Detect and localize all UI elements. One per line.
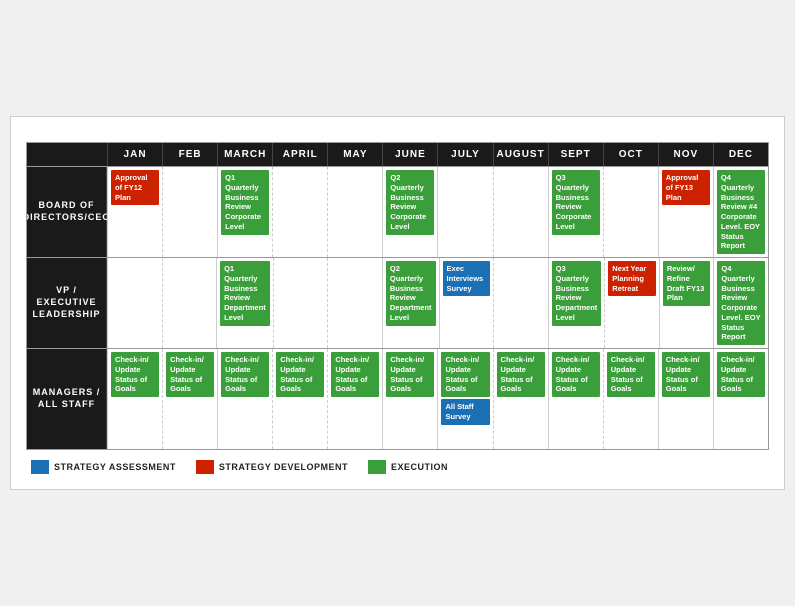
event-block: Check-in/ Update Status of Goals — [331, 352, 379, 397]
cell-r0-c11: Q4 Quarterly Business Review #4 Corporat… — [713, 167, 768, 257]
cell-r0-c8: Q3 Quarterly Business Review Corporate L… — [548, 167, 603, 257]
cell-r1-c5: Q2 Quarterly Business Review Department … — [382, 258, 439, 348]
event-block: Exec Interviews Survey — [443, 261, 491, 296]
cell-r2-c2: Check-in/ Update Status of Goals — [217, 349, 272, 449]
month-header-june: JUNE — [382, 143, 437, 166]
event-block: Q3 Quarterly Business Review Corporate L… — [552, 170, 600, 235]
cell-r2-c4: Check-in/ Update Status of Goals — [327, 349, 382, 449]
cell-r0-c1 — [162, 167, 217, 257]
row-label-1: VP / EXECUTIVE LEADERSHIP — [27, 258, 107, 348]
event-block: Q3 Quarterly Business Review Department … — [552, 261, 602, 326]
cell-r1-c7 — [493, 258, 548, 348]
event-block: Check-in/ Update Status of Goals — [552, 352, 600, 397]
event-block: Review/ Refine Draft FY13 Plan — [663, 261, 711, 306]
event-block: Check-in/ Update Status of Goals — [497, 352, 545, 397]
calendar: JANFEBMARCHAPRILMAYJUNEJULYAUGUSTSEPTOCT… — [26, 142, 769, 450]
row-label-2: MANAGERS / ALL STAFF — [27, 349, 107, 449]
legend: STRATEGY ASSESSMENT STRATEGY DEVELOPMENT E… — [26, 460, 769, 474]
event-block: Q1 Quarterly Business Review Corporate L… — [221, 170, 269, 235]
cell-r2-c11: Check-in/ Update Status of Goals — [713, 349, 768, 449]
month-header-may: MAY — [327, 143, 382, 166]
legend-color-box — [31, 460, 49, 474]
event-block: All Staff Survey — [441, 399, 489, 425]
cell-r1-c11: Q4 Quarterly Business Review Corporate L… — [713, 258, 768, 348]
legend-label: EXECUTION — [391, 462, 448, 472]
cell-r1-c6: Exec Interviews Survey — [439, 258, 494, 348]
legend-label: STRATEGY ASSESSMENT — [54, 462, 176, 472]
cell-r0-c6 — [437, 167, 492, 257]
cell-r0-c5: Q2 Quarterly Business Review Corporate L… — [382, 167, 437, 257]
event-block: Check-in/ Update Status of Goals — [441, 352, 489, 397]
cell-r2-c0: Check-in/ Update Status of Goals — [107, 349, 162, 449]
event-block: Check-in/ Update Status of Goals — [221, 352, 269, 397]
month-header-april: APRIL — [272, 143, 327, 166]
cell-r0-c0: Approval of FY12 Plan — [107, 167, 162, 257]
calendar-row-1: VP / EXECUTIVE LEADERSHIP Q1 Quarterly Bu… — [27, 257, 768, 348]
cell-r2-c8: Check-in/ Update Status of Goals — [548, 349, 603, 449]
event-block: Check-in/ Update Status of Goals — [166, 352, 214, 397]
cell-r1-c9: Next Year Planning Retreat — [604, 258, 659, 348]
legend-item: EXECUTION — [368, 460, 448, 474]
cell-r1-c8: Q3 Quarterly Business Review Department … — [548, 258, 605, 348]
month-header-nov: NOV — [658, 143, 713, 166]
event-block: Check-in/ Update Status of Goals — [662, 352, 710, 397]
cell-r2-c7: Check-in/ Update Status of Goals — [493, 349, 548, 449]
event-block: Check-in/ Update Status of Goals — [276, 352, 324, 397]
cell-r2-c10: Check-in/ Update Status of Goals — [658, 349, 713, 449]
cell-r1-c2: Q1 Quarterly Business Review Department … — [216, 258, 273, 348]
cell-r0-c3 — [272, 167, 327, 257]
cell-r2-c5: Check-in/ Update Status of Goals — [382, 349, 437, 449]
legend-label: STRATEGY DEVELOPMENT — [219, 462, 348, 472]
event-block: Q2 Quarterly Business Review Department … — [386, 261, 436, 326]
event-block: Check-in/ Update Status of Goals — [386, 352, 434, 397]
legend-color-box — [368, 460, 386, 474]
month-header-oct: OCT — [603, 143, 658, 166]
event-block: Check-in/ Update Status of Goals — [111, 352, 159, 397]
cell-r1-c4 — [327, 258, 382, 348]
legend-item: STRATEGY ASSESSMENT — [31, 460, 176, 474]
month-header-july: JULY — [437, 143, 492, 166]
cell-r1-c0 — [107, 258, 162, 348]
legend-item: STRATEGY DEVELOPMENT — [196, 460, 348, 474]
cell-r2-c6: Check-in/ Update Status of GoalsAll Staf… — [437, 349, 492, 449]
month-header-sept: SEPT — [548, 143, 603, 166]
event-block: Q1 Quarterly Business Review Department … — [220, 261, 270, 326]
main-container: JANFEBMARCHAPRILMAYJUNEJULYAUGUSTSEPTOCT… — [10, 116, 785, 490]
calendar-row-2: MANAGERS / ALL STAFFCheck-in/ Update Sta… — [27, 348, 768, 449]
cell-r1-c3 — [273, 258, 328, 348]
cell-r1-c10: Review/ Refine Draft FY13 Plan — [659, 258, 714, 348]
cell-r2-c9: Check-in/ Update Status of Goals — [603, 349, 658, 449]
cell-r1-c1 — [162, 258, 217, 348]
header-row: JANFEBMARCHAPRILMAYJUNEJULYAUGUSTSEPTOCT… — [27, 143, 768, 166]
calendar-row-0: BOARD OF DIRECTORS/CEOApproval of FY12 P… — [27, 166, 768, 257]
cell-r2-c1: Check-in/ Update Status of Goals — [162, 349, 217, 449]
legend-color-box — [196, 460, 214, 474]
event-block: Check-in/ Update Status of Goals — [607, 352, 655, 397]
event-block: Q4 Quarterly Business Review Corporate L… — [717, 261, 765, 345]
event-block: Q4 Quarterly Business Review #4 Corporat… — [717, 170, 765, 254]
cell-r0-c2: Q1 Quarterly Business Review Corporate L… — [217, 167, 272, 257]
month-header-jan: JAN — [107, 143, 162, 166]
event-block: Check-in/ Update Status of Goals — [717, 352, 765, 397]
cell-r0-c7 — [493, 167, 548, 257]
event-block: Approval of FY13 Plan — [662, 170, 710, 205]
cell-r2-c3: Check-in/ Update Status of Goals — [272, 349, 327, 449]
cell-r0-c4 — [327, 167, 382, 257]
row-label-0: BOARD OF DIRECTORS/CEO — [27, 167, 107, 257]
month-header-march: MARCH — [217, 143, 272, 166]
event-block: Q2 Quarterly Business Review Corporate L… — [386, 170, 434, 235]
month-header-dec: DEC — [713, 143, 768, 166]
month-header-feb: FEB — [162, 143, 217, 166]
month-header-august: AUGUST — [493, 143, 548, 166]
cell-r0-c9 — [603, 167, 658, 257]
event-block: Next Year Planning Retreat — [608, 261, 656, 296]
event-block: Approval of FY12 Plan — [111, 170, 159, 205]
cell-r0-c10: Approval of FY13 Plan — [658, 167, 713, 257]
header-label-spacer — [27, 143, 107, 166]
